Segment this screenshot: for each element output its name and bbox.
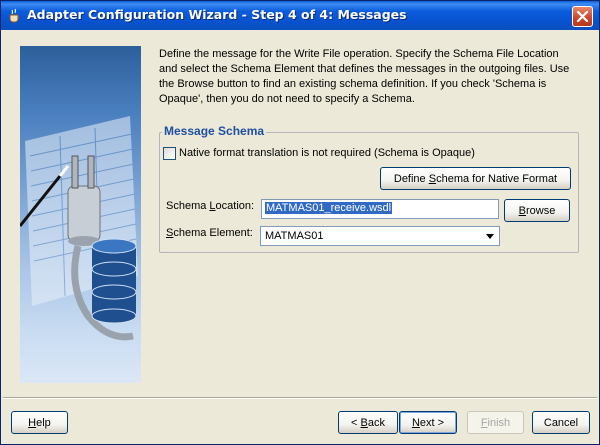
schema-element-value: MATMAS01 — [265, 230, 324, 242]
back-mnemonic: B — [360, 416, 368, 429]
window-title: Adapter Configuration Wizard - Step 4 of… — [27, 7, 407, 22]
define-schema-mnemonic: S — [428, 172, 437, 185]
finish-button[interactable]: Finish — [467, 411, 524, 434]
close-icon — [577, 11, 588, 22]
cancel-button[interactable]: Cancel — [532, 411, 590, 434]
back-label-post: ack — [367, 416, 385, 429]
define-schema-button[interactable]: Define Schema for Native Format — [380, 167, 571, 190]
schema-location-value: MATMAS01_receive.wsdl — [265, 202, 393, 214]
next-button[interactable]: Next > — [399, 411, 457, 434]
browse-mnemonic: B — [518, 204, 526, 217]
schema-location-label-post: ocation: — [215, 200, 255, 212]
help-mnemonic: H — [28, 416, 37, 429]
schema-opaque-label[interactable]: Native format translation is not require… — [179, 147, 475, 159]
browse-label-post: rowse — [526, 204, 556, 217]
schema-location-input[interactable]: MATMAS01_receive.wsdl — [261, 199, 499, 219]
help-label-post: elp — [36, 416, 51, 429]
next-mnemonic: N — [411, 416, 420, 429]
finish-mnemonic: F — [480, 416, 488, 429]
coffee-cup-icon — [7, 8, 23, 24]
help-button[interactable]: Help — [11, 411, 68, 434]
title-bar: Adapter Configuration Wizard - Step 4 of… — [1, 1, 599, 30]
schema-element-label: Schema Element: — [166, 227, 253, 239]
message-schema-title: Message Schema — [162, 124, 267, 138]
footer-separator — [3, 397, 597, 399]
close-button[interactable] — [572, 6, 593, 27]
wizard-dialog: Adapter Configuration Wizard - Step 4 of… — [0, 0, 600, 445]
schema-opaque-checkbox[interactable] — [163, 147, 176, 160]
next-label-post: ext > — [419, 416, 445, 429]
schema-location-label: Schema Location: — [166, 200, 254, 212]
plug-and-database-illustration — [20, 116, 138, 341]
back-button[interactable]: < Back — [338, 411, 398, 434]
browse-button[interactable]: Browse — [504, 199, 570, 222]
define-schema-label-post: chema for Native Format — [436, 172, 558, 185]
back-label-pre: < — [351, 416, 361, 429]
schema-element-dropdown[interactable]: MATMAS01 — [260, 226, 500, 246]
define-schema-label-pre: Define — [393, 172, 429, 185]
finish-label-post: inish — [487, 416, 511, 429]
wizard-side-image — [20, 46, 141, 383]
step-description: Define the message for the Write File op… — [159, 48, 570, 105]
chevron-down-icon[interactable] — [486, 234, 494, 239]
schema-element-label-post: chema Element: — [173, 227, 253, 239]
schema-location-label-pre: Schema — [166, 200, 210, 212]
